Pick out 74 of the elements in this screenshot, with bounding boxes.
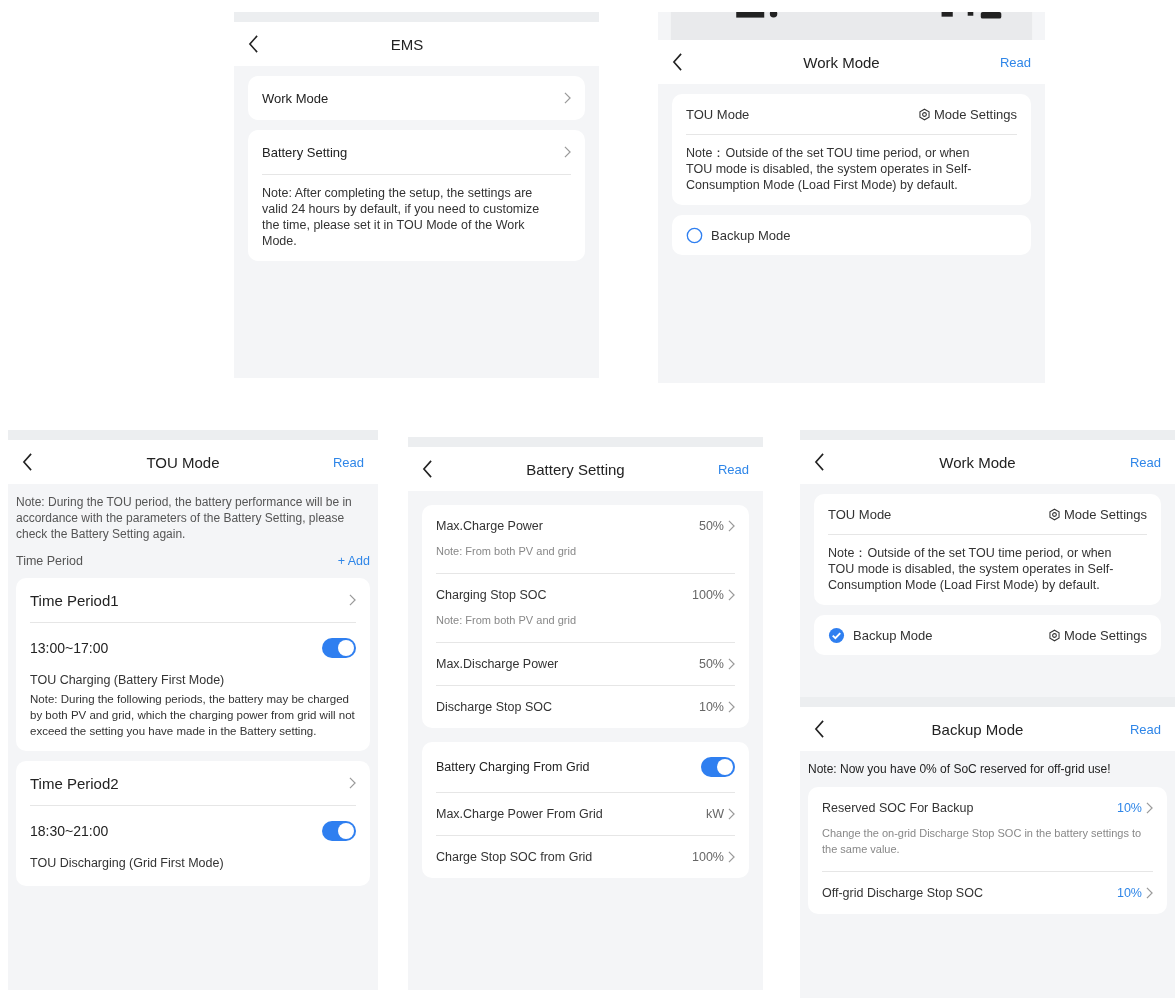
menu-item[interactable]: Battery Setting (262, 130, 571, 174)
mode-title: Backup Mode (711, 227, 791, 243)
read-button[interactable]: Read (999, 54, 1031, 70)
screen-title: Backup Mode (931, 720, 1024, 738)
note-text: Note: From both PV and grid (436, 613, 577, 628)
setting-label: Battery Charging From Grid (436, 760, 590, 774)
setting-label: Max.Charge Power From Grid (436, 807, 603, 821)
menu-item[interactable]: Time Period1 (30, 578, 356, 622)
setting-label: Discharge Stop SOC (436, 700, 553, 714)
gear-icon (917, 107, 931, 121)
menu-item[interactable]: Work Mode (262, 76, 571, 120)
note-text: Note：Outside of the set TOU time period, or when TOU mode is disabled, the system operates in Self-Consumption Mode (Load First Mode) by default. (686, 145, 973, 193)
gear-icon (1047, 507, 1061, 521)
setting-value[interactable]: 50% (698, 519, 724, 533)
screen-title: TOU Mode (146, 453, 220, 471)
setting-value[interactable]: 100% (692, 850, 724, 864)
note-text: Note: From both PV and grid (436, 544, 577, 559)
read-button[interactable]: Read (1129, 454, 1161, 470)
chevron-right-icon (1146, 887, 1153, 899)
chevron-right-icon (728, 658, 735, 670)
chevron-right-icon (728, 589, 735, 601)
setting-label: Max.Charge Power (436, 519, 543, 533)
toggle-switch[interactable] (322, 821, 356, 841)
screen-title: Work Mode (803, 53, 880, 71)
chevron-right-icon (1146, 802, 1153, 814)
setting-label: Off-grid Discharge Stop SOC (822, 886, 983, 900)
radio-checked-icon[interactable] (828, 626, 845, 644)
chevron-right-icon (728, 520, 735, 532)
note-text: Change the on-grid Discharge Stop SOC in the battery settings to the same value. (822, 826, 1143, 857)
mode-title: TOU Mode (686, 106, 750, 122)
setting-label: 18:30~21:00 (30, 823, 109, 839)
mode-title: Backup Mode (853, 627, 933, 643)
setting-label: 13:00~17:00 (30, 640, 109, 656)
note-text: Note: After completing the setup, the settings are valid 24 hours by default, if you need to customize the time, please set it in TOU Mode of the Work Mode. (262, 185, 541, 249)
setting-value[interactable]: 10% (698, 700, 724, 714)
gear-icon (1047, 628, 1061, 642)
screen-title: EMS (390, 35, 424, 53)
add-button[interactable]: + Add (337, 554, 370, 568)
screen-title: Battery Setting (526, 460, 625, 478)
screen-title: Work Mode (939, 453, 1016, 471)
toggle-switch[interactable] (701, 757, 735, 777)
mode-description: TOU Charging (Battery First Mode) (30, 673, 226, 687)
chevron-right-icon (564, 146, 571, 158)
chevron-right-icon (728, 808, 735, 820)
setting-value[interactable]: 100% (692, 588, 724, 602)
radio-icon[interactable] (686, 226, 703, 244)
setting-value[interactable]: 10% (1116, 886, 1142, 900)
mode-settings-link[interactable]: Mode Settings (1047, 627, 1147, 643)
read-button[interactable]: Read (332, 454, 364, 470)
note-text: Note: During the following periods, the battery may be charged by both PV and grid, which the charging power from grid will not exceed the setting you have made in the Battery setting. (30, 692, 356, 739)
mode-settings-link[interactable]: Mode Settings (1047, 506, 1147, 522)
mode-settings-link[interactable]: Mode Settings (917, 106, 1017, 122)
note-text: Note: Now you have 0% of SoC reserved for off-grid use! (808, 761, 1112, 777)
chevron-right-icon (728, 701, 735, 713)
mode-description: TOU Discharging (Grid First Mode) (30, 856, 225, 870)
note-text: Note: During the TOU period, the battery performance will be in accordance with the parameters of the Battery Setting, please check the Battery Setting again. (16, 494, 353, 542)
chevron-right-icon (349, 594, 356, 606)
setting-label: Reserved SOC For Backup (822, 801, 974, 815)
setting-label: Charge Stop SOC from Grid (436, 850, 593, 864)
chevron-right-icon (349, 777, 356, 789)
section-label: Time Period (16, 554, 83, 568)
toggle-switch[interactable] (322, 638, 356, 658)
setting-label: Charging Stop SOC (436, 588, 547, 602)
setting-value[interactable]: 50% (698, 657, 724, 671)
setting-label: Max.Discharge Power (436, 657, 559, 671)
chevron-right-icon (564, 92, 571, 104)
chevron-right-icon (728, 851, 735, 863)
setting-value[interactable]: 10% (1116, 801, 1142, 815)
menu-item[interactable]: Time Period2 (30, 761, 356, 805)
note-text: Note：Outside of the set TOU time period, or when TOU mode is disabled, the system operates in Self-Consumption Mode (Load First Mode) by default. (828, 545, 1115, 593)
setting-value[interactable]: kW (705, 807, 724, 821)
read-button[interactable]: Read (1129, 721, 1161, 737)
read-button[interactable]: Read (717, 461, 749, 477)
mode-title: TOU Mode (828, 506, 892, 522)
